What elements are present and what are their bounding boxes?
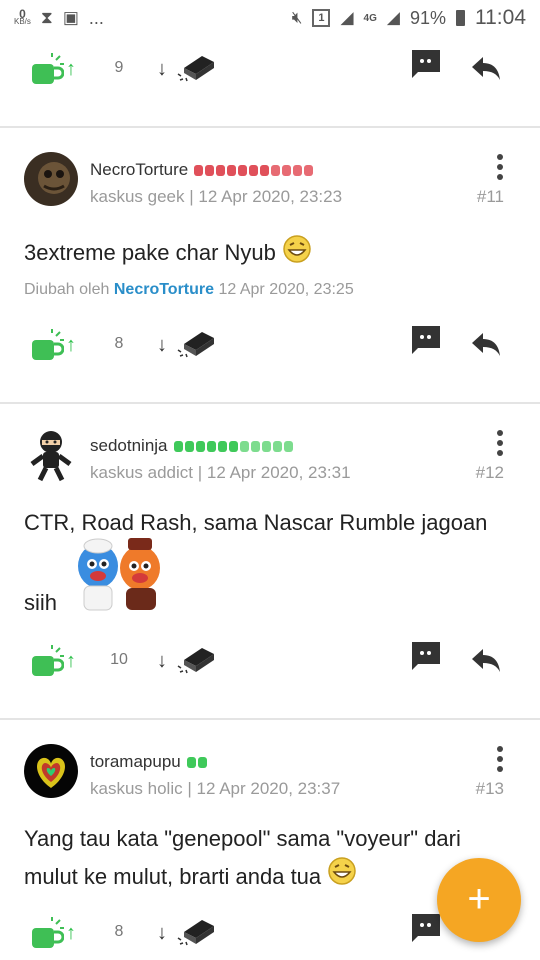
post-number[interactable]: #11 <box>477 187 504 207</box>
avatar[interactable] <box>24 744 78 798</box>
grin-emoji-icon <box>283 235 311 263</box>
battery-percent: 91% <box>409 7 446 28</box>
post-content: 3extreme pake char Nyub <box>24 234 312 270</box>
edited-note: Diubah oleh NecroTorture 12 Apr 2020, 23… <box>24 281 354 299</box>
username[interactable]: toramapupu <box>90 752 181 772</box>
separator: | <box>197 463 203 482</box>
reputation-bar <box>186 756 207 768</box>
downvote-icon[interactable]: ↓ <box>157 58 167 81</box>
post-number[interactable]: #13 <box>476 779 504 799</box>
status-bar: 0 KB/s ⧗ ▣ ... 🔇︎ 1 ◢ 4G ◢ 91% 11:04 <box>0 0 540 36</box>
cendol-icon[interactable] <box>30 644 64 678</box>
reputation-bar <box>194 164 314 176</box>
divider <box>0 402 540 404</box>
downvote-icon[interactable]: ↓ <box>157 650 167 673</box>
post-text-line1: Yang tau kata "genepool" sama "voyeur" d… <box>24 826 461 851</box>
vote-count: 10 <box>110 651 128 668</box>
cendol-icon[interactable] <box>30 328 64 362</box>
divider <box>0 126 540 128</box>
edited-label: Diubah oleh <box>24 281 110 298</box>
post-number[interactable]: #12 <box>476 463 504 483</box>
reply-icon[interactable] <box>470 644 502 676</box>
bata-icon[interactable] <box>176 50 216 82</box>
post-actions: ↑ 8 ↓ <box>0 322 540 366</box>
post-timestamp: 12 Apr 2020, 23:23 <box>198 187 343 206</box>
post-text-line1: CTR, Road Rash, sama Nascar Rumble jagoa… <box>24 510 488 535</box>
post-text-line2-wrap: mulut ke mulut, brarti anda tua <box>24 856 461 894</box>
divider <box>0 718 540 720</box>
vote-count: 8 <box>114 923 124 940</box>
post-content: Yang tau kata "genepool" sama "voyeur" d… <box>24 822 461 894</box>
network-speed: 0 KB/s <box>14 7 31 26</box>
bata-icon[interactable] <box>176 642 216 674</box>
edited-time: 12 Apr 2020, 23:25 <box>218 281 354 298</box>
reply-icon[interactable] <box>470 52 502 84</box>
vote-count: 9 <box>114 59 124 76</box>
heart-avatar-image <box>24 744 78 798</box>
vote-count: 8 <box>114 335 124 352</box>
cendol-icon[interactable] <box>30 916 64 950</box>
bata-icon[interactable] <box>176 326 216 358</box>
post-timestamp: 12 Apr 2020, 23:31 <box>206 463 351 482</box>
avatar[interactable] <box>24 428 78 482</box>
upvote-icon[interactable]: ↑ <box>66 650 76 673</box>
more-notifications: ... <box>88 7 104 28</box>
username-row[interactable]: toramapupu <box>90 752 207 772</box>
avatar-image <box>24 152 78 206</box>
separator: | <box>189 187 194 206</box>
clock: 11:04 <box>475 6 526 29</box>
grin-emoji-icon <box>328 857 357 885</box>
edited-by-link[interactable]: NecroTorture <box>114 281 214 298</box>
post-content: CTR, Road Rash, sama Nascar Rumble jagoa… <box>24 506 487 540</box>
user-rank: kaskus holic <box>90 779 183 798</box>
separator: | <box>187 779 192 798</box>
battery-icon <box>456 10 465 26</box>
username-row[interactable]: NecroTorture <box>90 160 314 180</box>
post-meta: kaskus holic | 12 Apr 2020, 23:37 <box>90 779 340 799</box>
upvote-icon[interactable]: ↑ <box>66 58 76 81</box>
quote-icon[interactable] <box>410 640 442 672</box>
post-timestamp: 12 Apr 2020, 23:37 <box>196 779 341 798</box>
network-type: 4G <box>363 12 377 24</box>
image-icon: ▣ <box>62 8 79 27</box>
cendol-icon[interactable] <box>30 52 64 86</box>
reply-icon[interactable] <box>470 328 502 360</box>
mute-icon: 🔇︎ <box>291 8 303 27</box>
avatar[interactable] <box>24 152 78 206</box>
kaskus-mascot-emoticon-icon <box>78 538 160 611</box>
more-options-icon[interactable] <box>493 746 507 772</box>
username-row[interactable]: sedotninja <box>90 436 293 456</box>
downvote-icon[interactable]: ↓ <box>157 922 167 945</box>
bata-icon[interactable] <box>176 914 216 946</box>
quote-icon[interactable] <box>410 912 442 944</box>
reputation-bar <box>173 440 293 452</box>
upvote-icon[interactable]: ↑ <box>66 922 76 945</box>
user-rank: kaskus geek <box>90 187 185 206</box>
post-text-line2: mulut ke mulut, brarti anda tua <box>24 864 322 889</box>
ninja-avatar-image <box>24 428 78 482</box>
post-actions: ↑ 9 ↓ <box>0 46 540 90</box>
hourglass-icon: ⧗ <box>40 8 53 27</box>
signal-icon: ◢ <box>340 8 354 27</box>
upvote-icon[interactable]: ↑ <box>66 334 76 357</box>
username[interactable]: sedotninja <box>90 436 168 456</box>
sim-indicator: 1 <box>312 9 331 27</box>
post-meta: kaskus geek | 12 Apr 2020, 23:23 <box>90 187 342 207</box>
quote-icon[interactable] <box>410 48 442 80</box>
username[interactable]: NecroTorture <box>90 160 188 180</box>
downvote-icon[interactable]: ↓ <box>157 334 167 357</box>
post-text-line2: siih <box>24 590 58 615</box>
post-meta: kaskus addict | 12 Apr 2020, 23:31 <box>90 463 351 483</box>
new-reply-fab-button[interactable]: + <box>437 858 521 942</box>
post-actions: ↑ 10 ↓ <box>0 638 540 682</box>
signal-icon-2: ◢ <box>386 8 400 27</box>
more-options-icon[interactable] <box>493 430 507 456</box>
quote-icon[interactable] <box>410 324 442 356</box>
post-text: 3extreme pake char Nyub <box>24 240 276 265</box>
user-rank: kaskus addict <box>90 463 193 482</box>
more-options-icon[interactable] <box>493 154 507 180</box>
